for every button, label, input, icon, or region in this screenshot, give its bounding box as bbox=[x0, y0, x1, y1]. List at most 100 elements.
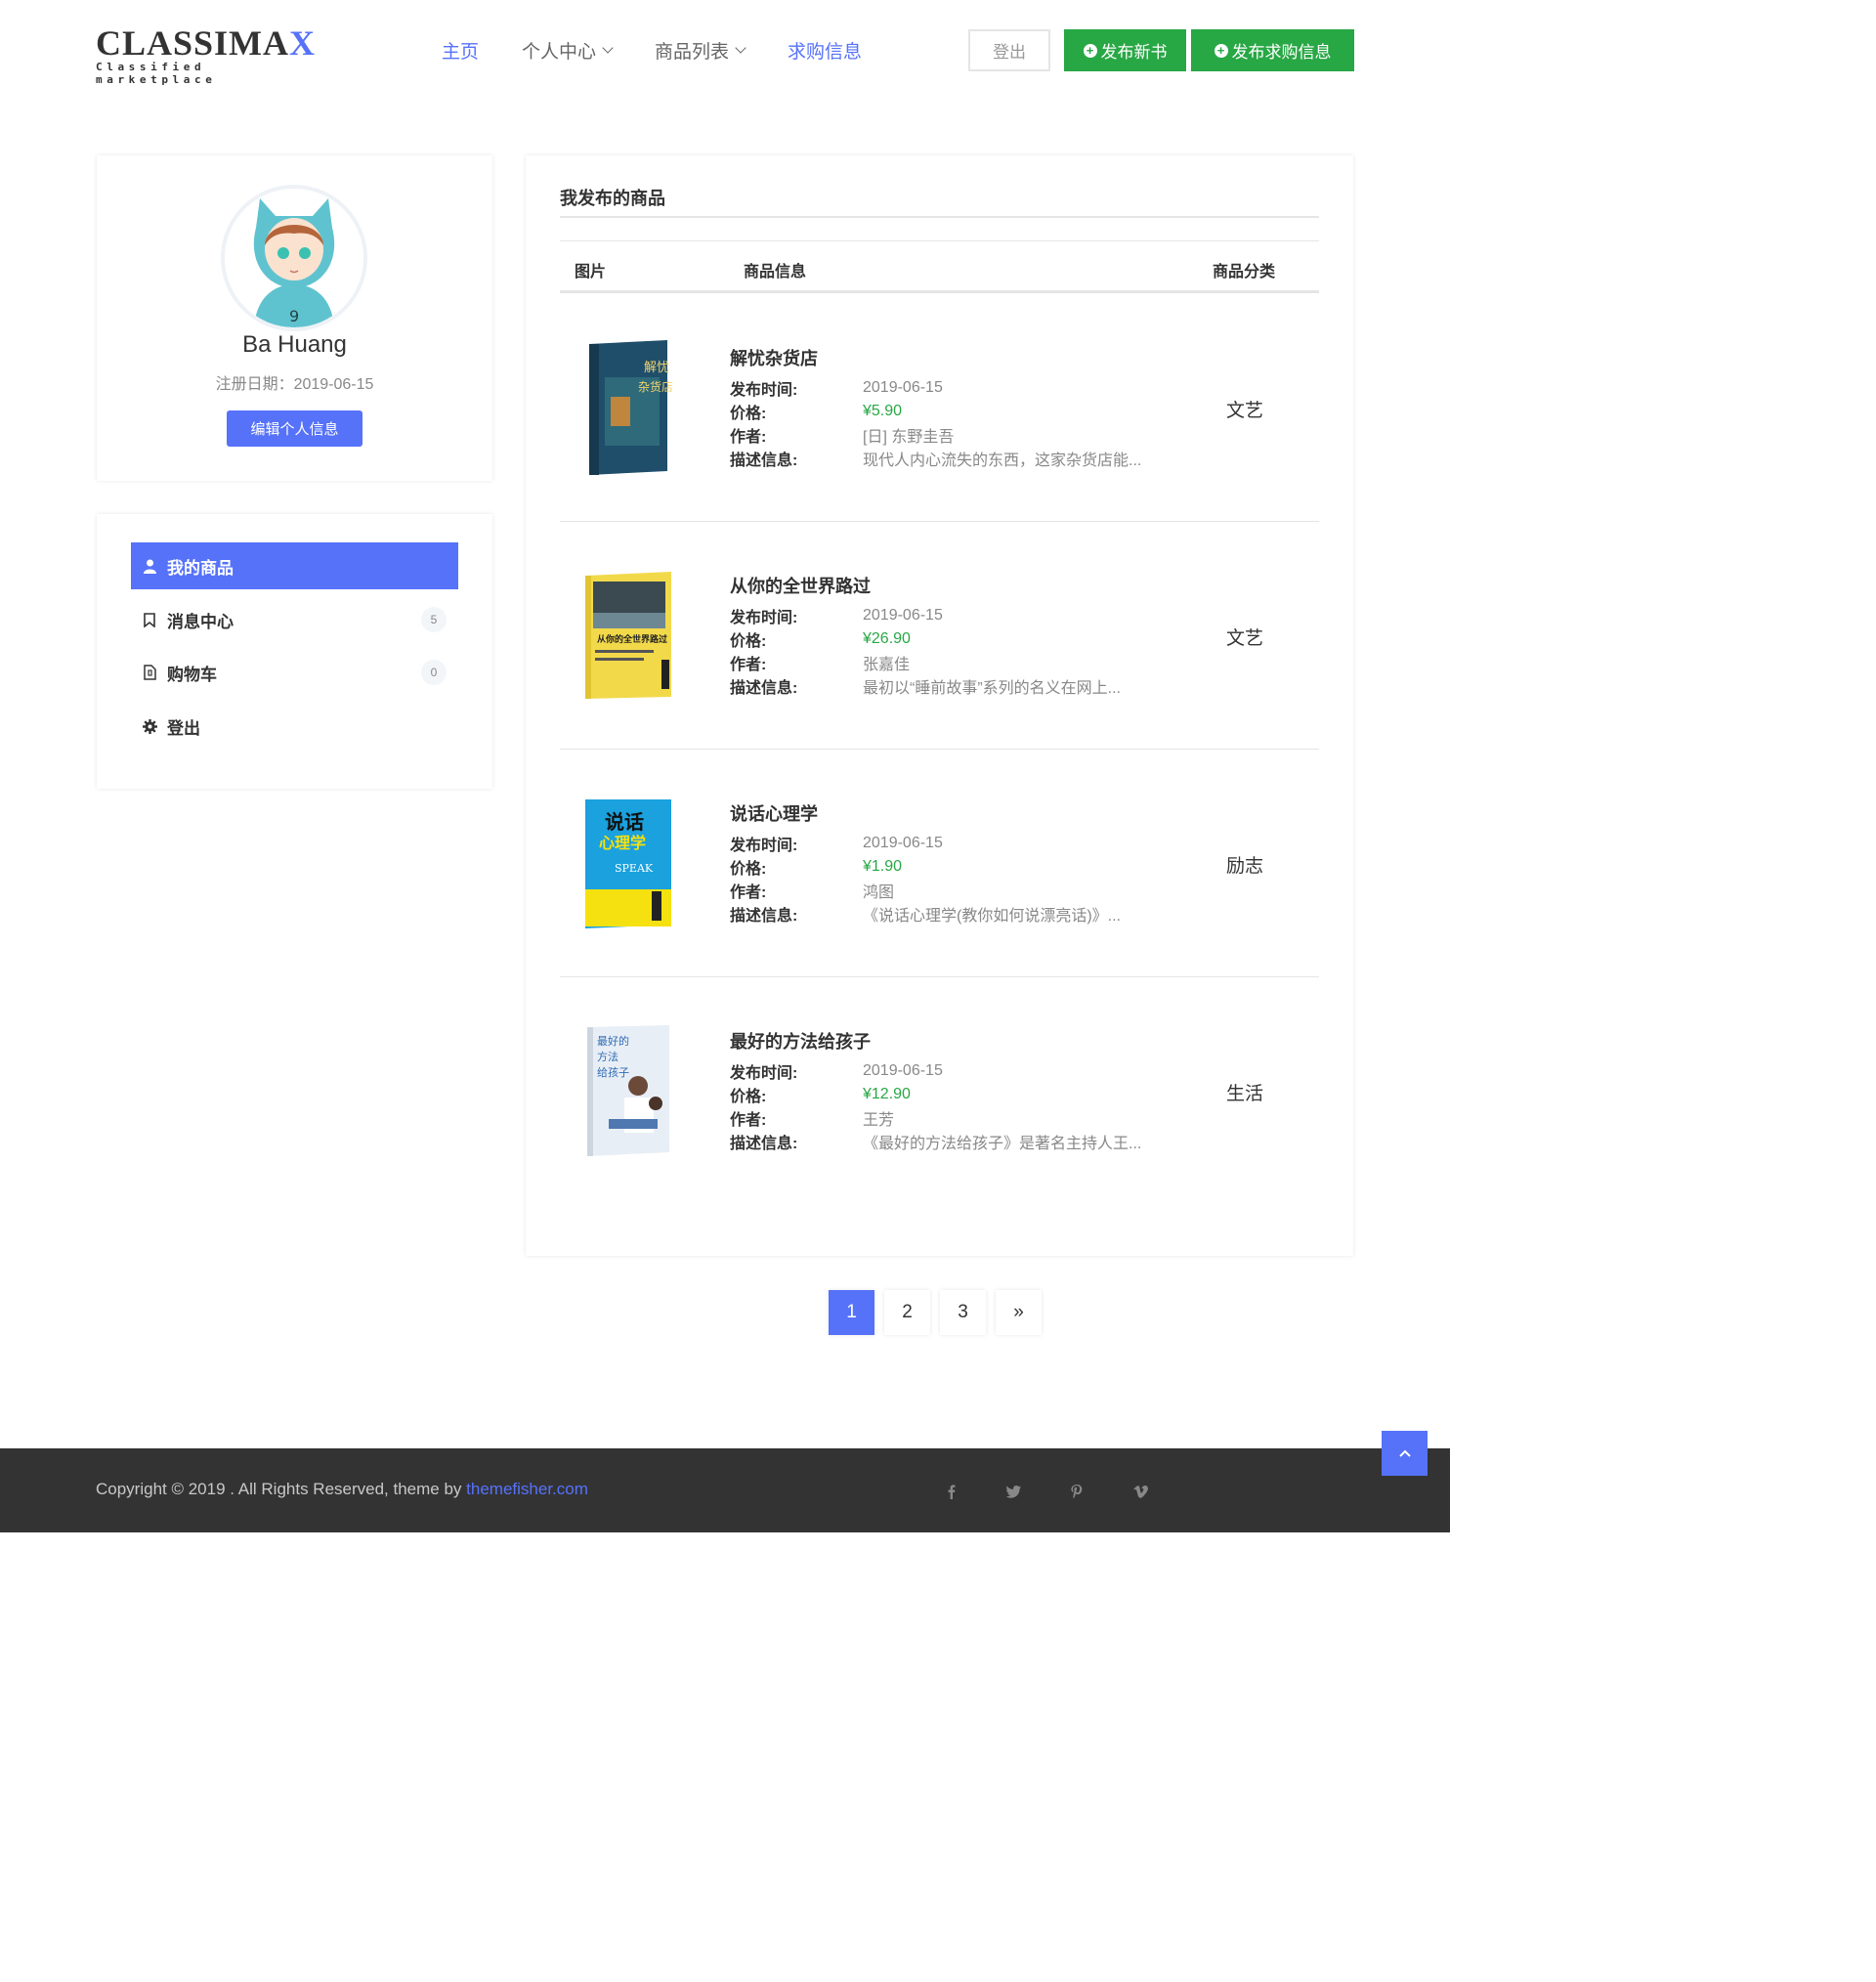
product-category: 文艺 bbox=[1225, 401, 1263, 421]
chevron-down-icon bbox=[735, 42, 746, 54]
table-row[interactable]: 解忧 杂货店 解忧杂货店 发布时间: 2019-06-15 价格: ¥5.90 作者… bbox=[560, 294, 1319, 522]
table-header: 图片 商品信息 商品分类 bbox=[560, 240, 1319, 293]
site-footer: Copyright © 2019 . All Rights Reserved, … bbox=[0, 1448, 1450, 1532]
profile-card: 9 Ba Huang 注册日期：2019-06-15 编辑个人信息 bbox=[97, 155, 492, 481]
product-title[interactable]: 说话心理学 bbox=[730, 800, 1179, 832]
product-author: 鸿图 bbox=[863, 884, 895, 901]
page-2-button[interactable]: 2 bbox=[884, 1290, 930, 1335]
book-cover-image[interactable]: 解忧 杂货店 bbox=[581, 338, 675, 475]
label-author: 作者: bbox=[730, 429, 767, 446]
label-price: 价格: bbox=[730, 633, 767, 650]
menu-logout[interactable]: 登出 bbox=[131, 703, 458, 750]
page-1-button[interactable]: 1 bbox=[829, 1290, 874, 1335]
table-row[interactable]: 从你的全世界路过 从你的全世界路过 发布时间: 2019-06-15 价格: ¥26… bbox=[560, 522, 1319, 750]
label-desc: 描述信息: bbox=[730, 1136, 798, 1152]
publish-wanted-button[interactable]: + 发布求购信息 bbox=[1191, 29, 1354, 71]
product-price: ¥12.90 bbox=[863, 1086, 911, 1102]
label-price: 价格: bbox=[730, 861, 767, 878]
product-title[interactable]: 最好的方法给孩子 bbox=[730, 1028, 1179, 1059]
book-cover-image[interactable]: 从你的全世界路过 bbox=[581, 566, 675, 703]
logo[interactable]: CLASSIMAX Classified marketplace bbox=[96, 23, 320, 86]
header-image: 图片 bbox=[575, 264, 607, 280]
svg-text:说话: 说话 bbox=[605, 810, 644, 834]
menu-my-products[interactable]: 我的商品 bbox=[131, 542, 458, 589]
site-header: CLASSIMAX Classified marketplace 主页 个人中心… bbox=[0, 0, 1450, 108]
label-author: 作者: bbox=[730, 884, 767, 901]
next-page-button[interactable]: » bbox=[996, 1290, 1042, 1335]
nav-product-list[interactable]: 商品列表 bbox=[655, 37, 746, 64]
label-desc: 描述信息: bbox=[730, 908, 798, 925]
label-desc: 描述信息: bbox=[730, 452, 798, 469]
label-desc: 描述信息: bbox=[730, 680, 798, 697]
gear-icon bbox=[142, 718, 157, 734]
svg-text:解忧: 解忧 bbox=[644, 361, 669, 375]
chevron-up-icon bbox=[1398, 1449, 1411, 1457]
product-time: 2019-06-15 bbox=[863, 379, 943, 396]
logout-button[interactable]: 登出 bbox=[968, 29, 1050, 71]
bookmark-icon bbox=[142, 612, 157, 627]
book-cover-image[interactable]: 最好的 方法 给孩子 bbox=[581, 1021, 675, 1158]
file-archive-icon bbox=[142, 665, 157, 680]
scroll-to-top-button[interactable] bbox=[1382, 1431, 1428, 1476]
edit-profile-button[interactable]: 编辑个人信息 bbox=[227, 410, 362, 447]
nav-personal-center[interactable]: 个人中心 bbox=[522, 37, 614, 64]
product-desc: 最初以“睡前故事”系列的名义在网上... bbox=[863, 680, 1121, 697]
my-products-card: 我发布的商品 图片 商品信息 商品分类 解忧 杂货店 解忧杂货店 发布时间: 20… bbox=[526, 155, 1353, 1256]
themefisher-link[interactable]: themefisher.com bbox=[466, 1480, 588, 1498]
svg-text:9: 9 bbox=[289, 307, 299, 325]
nav-wanted-info[interactable]: 求购信息 bbox=[788, 37, 862, 64]
copyright-text: Copyright © 2019 . All Rights Reserved, … bbox=[96, 1480, 588, 1498]
product-desc: 《说话心理学(教你如何说漂亮话)》... bbox=[863, 908, 1121, 925]
nav-home[interactable]: 主页 bbox=[442, 37, 479, 64]
publish-book-button[interactable]: + 发布新书 bbox=[1064, 29, 1186, 71]
main-nav: 主页 个人中心 商品列表 求购信息 bbox=[442, 37, 905, 64]
pagination: 1 2 3 » bbox=[829, 1290, 1042, 1335]
product-price: ¥26.90 bbox=[863, 630, 911, 647]
product-title[interactable]: 解忧杂货店 bbox=[730, 345, 1179, 376]
svg-text:最好的: 最好的 bbox=[597, 1034, 629, 1048]
label-author: 作者: bbox=[730, 1112, 767, 1129]
product-category: 励志 bbox=[1225, 856, 1263, 877]
avatar: 9 bbox=[221, 185, 367, 331]
book-cover-image[interactable]: 说话 心理学 SPEAK bbox=[581, 794, 675, 930]
label-author: 作者: bbox=[730, 657, 767, 673]
product-title[interactable]: 从你的全世界路过 bbox=[730, 573, 1179, 604]
product-info: 解忧杂货店 发布时间: 2019-06-15 价格: ¥5.90 作者: [日] 东野… bbox=[730, 345, 1179, 470]
product-time: 2019-06-15 bbox=[863, 607, 943, 624]
dashboard-menu: 我的商品 消息中心 5 购物车 0 登出 bbox=[97, 514, 492, 789]
logo-text: CLASSIMAX bbox=[96, 23, 317, 63]
facebook-icon[interactable] bbox=[942, 1482, 961, 1501]
profile-name: Ba Huang bbox=[242, 331, 347, 358]
divider bbox=[560, 216, 1319, 218]
svg-text:方法: 方法 bbox=[597, 1050, 618, 1063]
menu-cart[interactable]: 购物车 0 bbox=[131, 649, 458, 696]
label-price: 价格: bbox=[730, 1089, 767, 1105]
product-category: 生活 bbox=[1225, 1084, 1263, 1104]
product-desc: 《最好的方法给孩子》是著名主持人王... bbox=[863, 1136, 1142, 1152]
product-category: 文艺 bbox=[1225, 628, 1263, 649]
twitter-icon[interactable] bbox=[1003, 1482, 1023, 1501]
svg-text:心理学: 心理学 bbox=[599, 834, 646, 852]
page-3-button[interactable]: 3 bbox=[940, 1290, 986, 1335]
table-row[interactable]: 最好的 方法 给孩子 最好的方法给孩子 发布时间: 2019-06-15 价格: ¥… bbox=[560, 977, 1319, 1205]
pinterest-icon[interactable] bbox=[1067, 1482, 1087, 1501]
menu-messages[interactable]: 消息中心 5 bbox=[131, 596, 458, 643]
label-time: 发布时间: bbox=[730, 382, 798, 399]
header-category: 商品分类 bbox=[1213, 264, 1276, 280]
svg-text:SPEAK: SPEAK bbox=[615, 862, 654, 875]
product-desc: 现代人内心流失的东西，这家杂货店能... bbox=[863, 452, 1142, 469]
logo-tagline: Classified marketplace bbox=[96, 61, 217, 86]
vimeo-icon[interactable] bbox=[1130, 1482, 1150, 1501]
table-row[interactable]: 说话 心理学 SPEAK 说话心理学 发布时间: 2019-06-15 价格: ¥1… bbox=[560, 750, 1319, 977]
plus-circle-icon: + bbox=[1083, 43, 1097, 58]
register-date: 注册日期：2019-06-15 bbox=[215, 376, 374, 393]
product-author: 张嘉佳 bbox=[863, 657, 911, 673]
plus-circle-icon: + bbox=[1214, 43, 1228, 58]
label-time: 发布时间: bbox=[730, 838, 798, 854]
product-info: 从你的全世界路过 发布时间: 2019-06-15 价格: ¥26.90 作者: 张嘉… bbox=[730, 573, 1179, 698]
cart-count-badge: 0 bbox=[421, 660, 447, 685]
label-time: 发布时间: bbox=[730, 1065, 798, 1082]
product-info: 说话心理学 发布时间: 2019-06-15 价格: ¥1.90 作者: 鸿图 描述信… bbox=[730, 800, 1179, 926]
user-icon bbox=[142, 558, 157, 574]
header-info: 商品信息 bbox=[744, 264, 807, 280]
